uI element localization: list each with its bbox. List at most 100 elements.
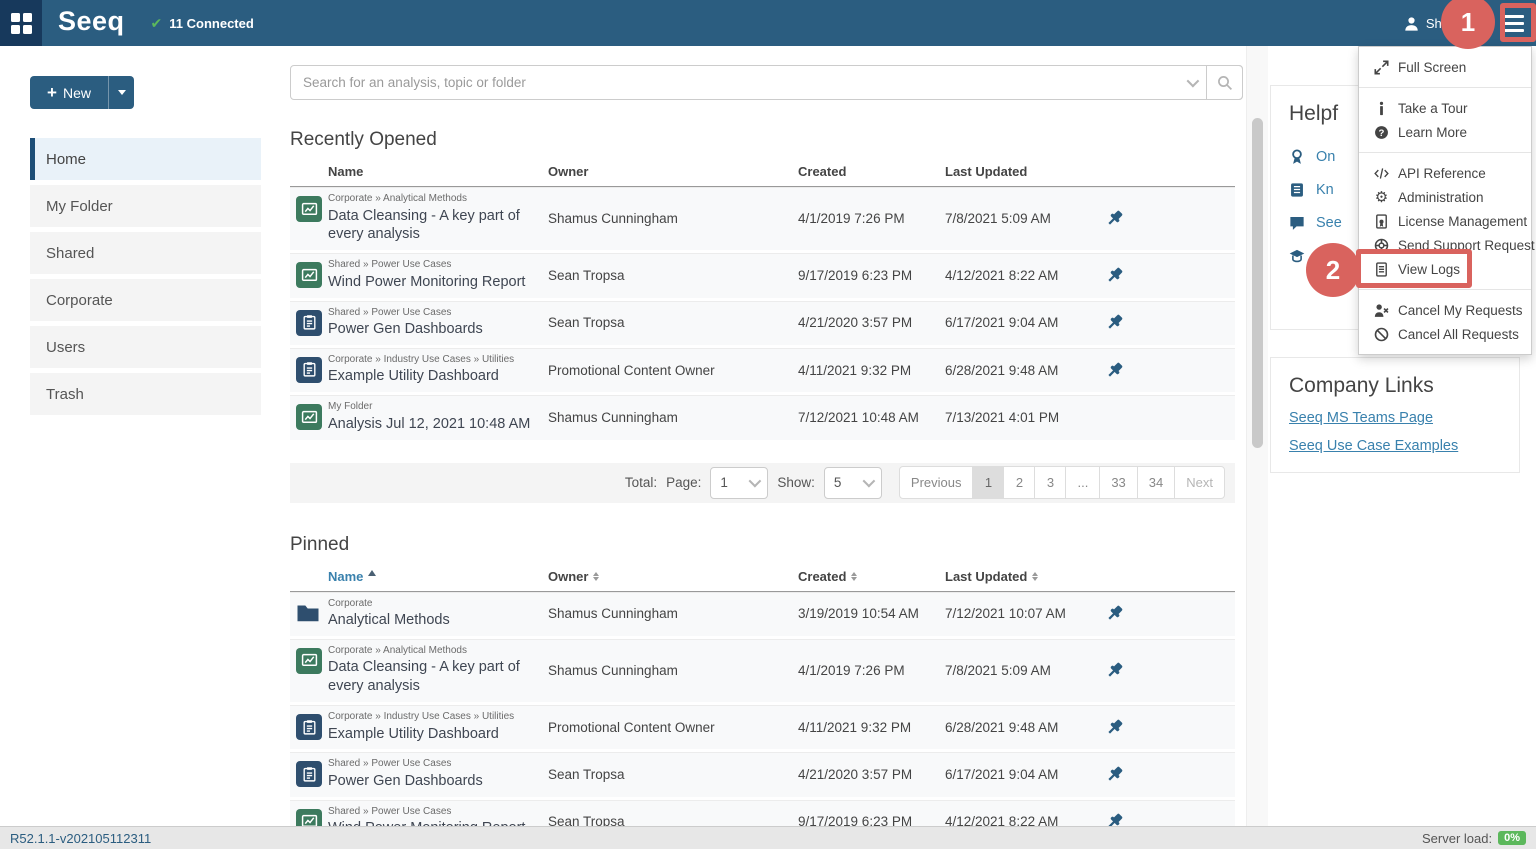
sidebar-item-trash[interactable]: Trash (30, 373, 261, 415)
annotation-step-2: 2 (1306, 243, 1360, 297)
item-name[interactable]: Wind Power Monitoring Report (328, 273, 534, 292)
graduation-cap-icon (1289, 248, 1305, 264)
page-button-3[interactable]: 3 (1034, 466, 1066, 499)
show-select[interactable]: 5 (824, 467, 882, 499)
pin-icon[interactable] (1105, 313, 1124, 332)
new-button[interactable]: + New (30, 76, 134, 109)
item-name[interactable]: Wind Power Monitoring Report (328, 819, 534, 826)
item-path: Corporate (328, 598, 534, 611)
pin-icon[interactable] (1105, 718, 1124, 737)
scrollbar-track[interactable] (1246, 46, 1268, 826)
pin-icon[interactable] (1105, 812, 1124, 826)
recently-opened-title: Recently Opened (290, 129, 1246, 151)
item-created: 4/21/2020 3:57 PM (798, 315, 945, 330)
menu-item-license-management[interactable]: License Management (1359, 209, 1531, 233)
sort-header-owner[interactable]: Owner (548, 569, 588, 584)
item-updated: 7/12/2021 10:07 AM (945, 606, 1095, 621)
next-page-button[interactable]: Next (1174, 466, 1225, 499)
page-button-1[interactable]: 1 (972, 466, 1004, 499)
sidebar-item-users[interactable]: Users (30, 326, 261, 368)
item-name[interactable]: Data Cleansing - A key part of every ana… (328, 207, 534, 245)
item-updated: 6/28/2021 9:48 AM (945, 363, 1095, 378)
sidebar-item-my-folder[interactable]: My Folder (30, 185, 261, 227)
search-bar (290, 65, 1243, 100)
menu-item-full-screen[interactable]: Full Screen (1359, 55, 1531, 79)
item-created: 4/1/2019 7:26 PM (798, 211, 945, 226)
sort-header-name[interactable]: Name (328, 569, 363, 584)
item-name[interactable]: Data Cleansing - A key part of every ana… (328, 658, 534, 696)
item-name[interactable]: Analysis Jul 12, 2021 10:48 AM (328, 415, 534, 434)
pin-icon[interactable] (1105, 361, 1124, 380)
new-button-main[interactable]: + New (30, 76, 108, 109)
menu-item-label: Cancel All Requests (1398, 327, 1519, 342)
pin-icon[interactable] (1105, 765, 1124, 784)
table-row[interactable]: Corporate » Analytical MethodsData Clean… (290, 639, 1235, 705)
item-path: My Folder (328, 401, 534, 414)
item-name[interactable]: Analytical Methods (328, 611, 534, 630)
table-row[interactable]: CorporateAnalytical Methods Shamus Cunni… (290, 592, 1235, 639)
item-name[interactable]: Example Utility Dashboard (328, 725, 534, 744)
item-name[interactable]: Power Gen Dashboards (328, 772, 534, 791)
sidebar-item-corporate[interactable]: Corporate (30, 279, 261, 321)
license-icon (1374, 214, 1389, 229)
menu-item-learn-more[interactable]: ? Learn More (1359, 120, 1531, 144)
search-options-toggle[interactable] (1177, 78, 1206, 87)
menu-item-cancel-all-requests[interactable]: Cancel All Requests (1359, 322, 1531, 346)
comment-icon (1289, 215, 1305, 231)
server-load-label: Server load: (1422, 831, 1492, 846)
table-header: Name Owner Created Last Updated (290, 164, 1235, 187)
item-name[interactable]: Power Gen Dashboards (328, 320, 534, 339)
sidebar-item-shared[interactable]: Shared (30, 232, 261, 274)
company-link-teams[interactable]: Seeq MS Teams Page (1289, 410, 1501, 426)
page-button-33[interactable]: 33 (1099, 466, 1137, 499)
column-header-created: Created (798, 164, 945, 179)
table-row[interactable]: Shared » Power Use CasesWind Power Monit… (290, 253, 1235, 300)
table-row[interactable]: Corporate » Industry Use Cases » Utiliti… (290, 705, 1235, 752)
menu-item-cancel-my-requests[interactable]: Cancel My Requests (1359, 298, 1531, 322)
new-button-dropdown[interactable] (108, 76, 134, 109)
table-row[interactable]: Shared » Power Use CasesPower Gen Dashbo… (290, 752, 1235, 799)
menu-item-administration[interactable]: ⚙ Administration (1359, 185, 1531, 209)
folder-icon (296, 601, 320, 625)
pin-icon[interactable] (1105, 266, 1124, 285)
table-row[interactable]: My FolderAnalysis Jul 12, 2021 10:48 AM … (290, 395, 1235, 442)
page-label: Page: (666, 475, 701, 490)
app-grid-button[interactable] (0, 0, 42, 46)
item-path: Shared » Power Use Cases (328, 758, 534, 771)
item-owner: Sean Tropsa (548, 315, 798, 330)
item-owner: Shamus Cunningham (548, 410, 798, 425)
pin-icon[interactable] (1105, 661, 1124, 680)
table-row[interactable]: Corporate » Analytical MethodsData Clean… (290, 187, 1235, 253)
pin-icon[interactable] (1105, 604, 1124, 623)
table-row[interactable]: Corporate » Industry Use Cases » Utiliti… (290, 348, 1235, 395)
page-button-2[interactable]: 2 (1003, 466, 1035, 499)
pin-icon[interactable] (1105, 209, 1124, 228)
pagination-bar: Total: Page: 1 Show: 5 Previous 1 2 3 ..… (290, 463, 1235, 503)
scrollbar-thumb[interactable] (1252, 118, 1263, 448)
topic-icon (296, 310, 322, 336)
sidebar-item-label: Corporate (46, 292, 113, 309)
previous-page-button[interactable]: Previous (899, 466, 974, 499)
search-input[interactable] (291, 66, 1177, 99)
item-name[interactable]: Example Utility Dashboard (328, 367, 534, 386)
page-ellipsis[interactable]: ... (1065, 466, 1100, 499)
item-created: 3/19/2019 10:54 AM (798, 606, 945, 621)
page-select[interactable]: 1 (710, 467, 768, 499)
helpful-link-label: Kn (1316, 182, 1334, 198)
page-button-34[interactable]: 34 (1137, 466, 1175, 499)
table-row[interactable]: Shared » Power Use CasesWind Power Monit… (290, 800, 1235, 826)
sort-header-updated[interactable]: Last Updated (945, 569, 1027, 584)
sort-icon (1032, 572, 1038, 581)
sort-header-created[interactable]: Created (798, 569, 846, 584)
svg-text:?: ? (1379, 127, 1385, 138)
company-link-use-cases[interactable]: Seeq Use Case Examples (1289, 438, 1501, 454)
item-path: Corporate » Industry Use Cases » Utiliti… (328, 354, 534, 367)
user-x-icon (1374, 303, 1389, 318)
menu-item-api-reference[interactable]: API Reference (1359, 161, 1531, 185)
table-row[interactable]: Shared » Power Use CasesPower Gen Dashbo… (290, 301, 1235, 348)
item-updated: 7/13/2021 4:01 PM (945, 410, 1095, 425)
menu-item-take-a-tour[interactable]: Take a Tour (1359, 96, 1531, 120)
search-button[interactable] (1206, 65, 1243, 100)
sidebar-item-home[interactable]: Home (30, 138, 261, 180)
annotation-highlight-hamburger (1500, 3, 1536, 42)
